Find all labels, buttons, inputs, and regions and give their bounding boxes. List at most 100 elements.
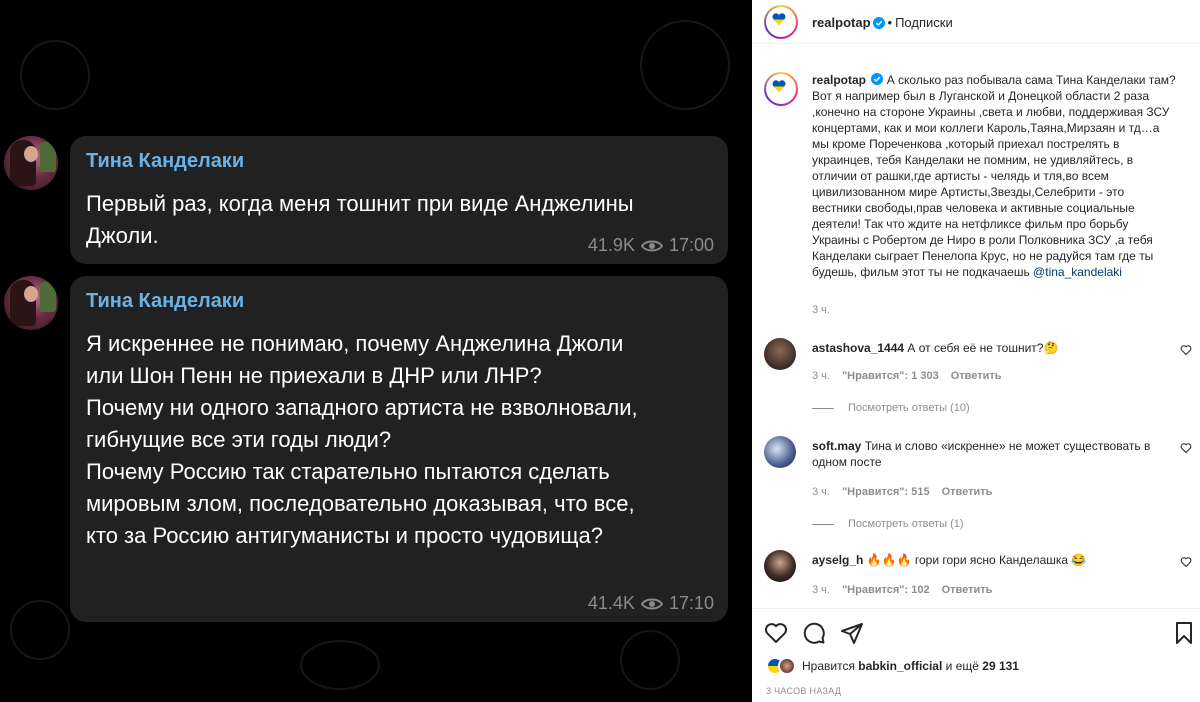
background-doodle [20, 40, 90, 110]
heart-icon[interactable] [764, 621, 788, 645]
caption-line: украинцев, тебя Канделаки не помним, не … [812, 153, 1134, 167]
message-sender: Тина Канделаки [86, 290, 245, 312]
view-count: 41.4K [587, 593, 635, 613]
caption-line: мы кроме Пореченкова ,который приехал по… [812, 137, 1120, 151]
caption-line: ,конечно на стороне Украины ,света и люб… [812, 105, 1170, 119]
comment-icon[interactable] [802, 621, 826, 645]
author-avatar[interactable] [764, 72, 798, 106]
likes-summary: Нравится babkin_official и ещё 29 131 [766, 657, 1019, 675]
comment-time[interactable]: 3 ч. [812, 370, 830, 382]
liked-suffix: и ещё [942, 659, 983, 673]
like-comment-heart-icon[interactable] [1180, 442, 1192, 454]
heart-logo-icon [772, 80, 786, 92]
caption-line: деятели! Так что ждите на нетфликсе филь… [812, 217, 1129, 231]
post-sidebar: realpotap • Подписки realpotap А сколько… [752, 0, 1200, 702]
post-image: Тина Канделаки Первый раз, когда меня то… [0, 0, 752, 702]
message-line: Я искреннее не понимаю, почему Анджелина… [86, 331, 624, 356]
reply-button[interactable]: Ответить [951, 370, 1002, 382]
comment-meta: 3 ч. "Нравится": 515 Ответить [812, 486, 992, 498]
verified-icon [872, 16, 885, 29]
eye-icon [640, 598, 663, 609]
view-replies-button[interactable]: Посмотреть ответы (1) [812, 518, 964, 530]
comment-text: Тина и слово «искренне» не может существ… [812, 439, 1151, 469]
caption-time[interactable]: 3 ч. [812, 304, 830, 316]
commenter-avatar[interactable] [764, 338, 796, 370]
message-bubble: Тина Канделаки Я искреннее не понимаю, п… [70, 276, 728, 622]
verified-icon [871, 73, 884, 85]
separator-dot: • [887, 15, 893, 30]
background-doodle [300, 640, 380, 690]
like-comment-heart-icon[interactable] [1180, 344, 1192, 356]
commenter-avatar[interactable] [764, 550, 796, 582]
view-count: 41.9K [587, 235, 635, 255]
caption-line: вестники свободы,прав человека и активны… [812, 201, 1135, 215]
caption-line: цивилизованном мире Артисты,Звезды,Селеб… [812, 185, 1125, 199]
background-doodle [640, 20, 730, 110]
liked-user[interactable]: babkin_official [858, 659, 942, 673]
caption-line: отличии от рашки,где артисты - челядь и … [812, 169, 1109, 183]
commenter-username[interactable]: astashova_1444 [812, 341, 904, 355]
mention-link[interactable]: @tina_kandelaki [1033, 265, 1122, 279]
comment-likes[interactable]: "Нравится": 102 [842, 584, 930, 596]
comment-likes[interactable]: "Нравится": 515 [842, 486, 930, 498]
message-sender: Тина Канделаки [86, 150, 245, 172]
message-line: Почему ни одного западного артиста не вз… [86, 395, 638, 420]
commenter-avatar[interactable] [764, 436, 796, 468]
share-icon[interactable] [840, 621, 864, 645]
message-time: 17:00 [668, 235, 714, 255]
view-replies-label: Посмотреть ответы (10) [848, 402, 970, 414]
message-line: мировым злом, последовательно доказывая,… [86, 491, 635, 516]
message-bubble: Тина Канделаки Первый раз, когда меня то… [70, 136, 728, 264]
caption-line: концертами, как и мои коллеги Кароль,Тая… [812, 121, 1160, 135]
comment-text: 🔥🔥🔥 гори гори ясно Канделашка 😂 [866, 553, 1087, 567]
comment-likes[interactable]: "Нравится": 1 303 [842, 370, 939, 382]
caption-text: realpotap А сколько раз побывала сама Ти… [812, 72, 1182, 280]
author-avatar[interactable] [764, 5, 798, 39]
caption-line: будешь, фильм этот ты не подкачаешь [812, 265, 1034, 279]
comment-body: soft.may Тина и слово «искренне» не може… [812, 438, 1162, 470]
view-replies-button[interactable]: Посмотреть ответы (10) [812, 402, 970, 414]
message-line: Джоли. [86, 223, 159, 248]
sender-avatar [4, 136, 58, 190]
message-line: кто за Россию антигуманисты и просто чуд… [86, 523, 603, 548]
comment-meta: 3 ч. "Нравится": 102 Ответить [812, 584, 992, 596]
heart-logo-icon [772, 13, 786, 25]
message-line: или Шон Пенн не приехали в ДНР или ЛНР? [86, 363, 542, 388]
message-line: Почему Россию так старательно пытаются с… [86, 459, 610, 484]
reply-button[interactable]: Ответить [942, 584, 993, 596]
reply-button[interactable]: Ответить [942, 486, 993, 498]
post-timestamp[interactable]: 3 ЧАСОВ НАЗАД [766, 686, 841, 696]
caption-line: А сколько раз побывала сама Тина Кандела… [886, 73, 1176, 87]
caption-line: Вот я например был в Луганской и Донецко… [812, 89, 1150, 103]
message-line: гибнущие все эти годы люди? [86, 427, 392, 452]
eye-icon [640, 240, 663, 251]
comment-text: А от себя её не тошнит?🤔 [907, 341, 1059, 355]
comment-body: ayselg_h 🔥🔥🔥 гори гори ясно Канделашка 😂 [812, 552, 1162, 568]
caption-line: Канделаки сыграет Пенелопа Крус, но не р… [812, 249, 1154, 263]
liked-prefix: Нравится [802, 659, 859, 673]
bookmark-icon[interactable] [1172, 621, 1196, 645]
message-meta: 41.4K 17:10 [588, 593, 714, 614]
comment-body: astashova_1444 А от себя её не тошнит?🤔 [812, 340, 1162, 356]
view-replies-label: Посмотреть ответы (1) [848, 518, 964, 530]
background-doodle [620, 630, 680, 690]
background-doodle [10, 600, 70, 660]
comment-time[interactable]: 3 ч. [812, 584, 830, 596]
post-header: realpotap • Подписки [752, 0, 1200, 44]
author-username[interactable]: realpotap [812, 15, 871, 30]
caption-username[interactable]: realpotap [812, 73, 866, 87]
message-text: Первый раз, когда меня тошнит при виде А… [86, 188, 634, 252]
message-time: 17:10 [668, 593, 714, 613]
like-comment-heart-icon[interactable] [1180, 556, 1192, 568]
message-meta: 41.9K 17:00 [588, 235, 714, 256]
likes-count[interactable]: 29 131 [982, 659, 1019, 673]
comment-time[interactable]: 3 ч. [812, 486, 830, 498]
following-button[interactable]: Подписки [895, 15, 953, 30]
sender-avatar [4, 276, 58, 330]
liker-avatar[interactable] [778, 657, 796, 675]
post-actions [752, 608, 1200, 652]
caption-line: Украины с Робертом де Ниро в роли Полков… [812, 233, 1153, 247]
commenter-username[interactable]: soft.may [812, 439, 861, 453]
commenter-username[interactable]: ayselg_h [812, 553, 863, 567]
message-line: Первый раз, когда меня тошнит при виде А… [86, 191, 634, 216]
